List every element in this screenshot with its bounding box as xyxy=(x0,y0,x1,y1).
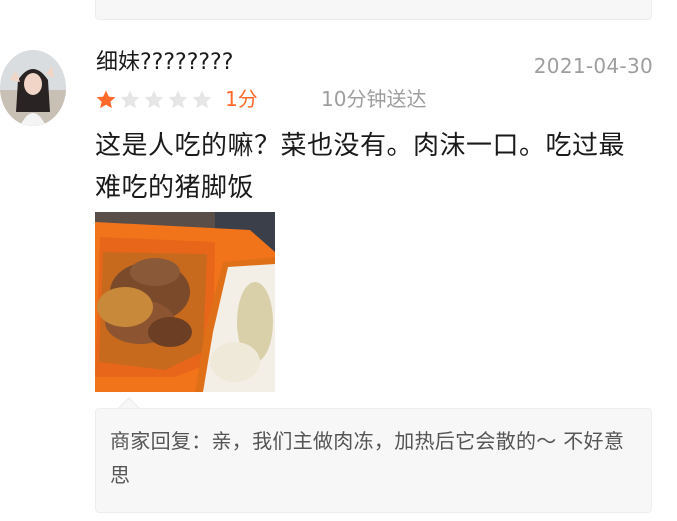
review-text: 这是人吃的嘛？菜也没有。肉沫一口。吃过最难吃的猪脚饭 xyxy=(95,131,626,203)
delivery-time: 10分钟送达 xyxy=(321,87,427,111)
merchant-reply-text: 商家回复：亲，我们主做肉冻，加热后它会散的～ 不好意思 xyxy=(110,429,625,487)
star-empty-icon xyxy=(144,90,164,109)
user-avatar[interactable] xyxy=(0,50,66,126)
star-empty-icon xyxy=(168,90,188,109)
star-empty-icon xyxy=(192,90,212,109)
star-rating xyxy=(95,89,213,111)
review-photo[interactable] xyxy=(95,212,275,392)
star-filled-icon xyxy=(96,90,116,109)
username: 细妹???????? xyxy=(96,50,234,75)
score-label: 1分 xyxy=(225,87,258,111)
star-empty-icon xyxy=(120,90,140,109)
review-date: 2021-04-30 xyxy=(533,54,653,78)
previous-reply-box xyxy=(95,0,652,20)
